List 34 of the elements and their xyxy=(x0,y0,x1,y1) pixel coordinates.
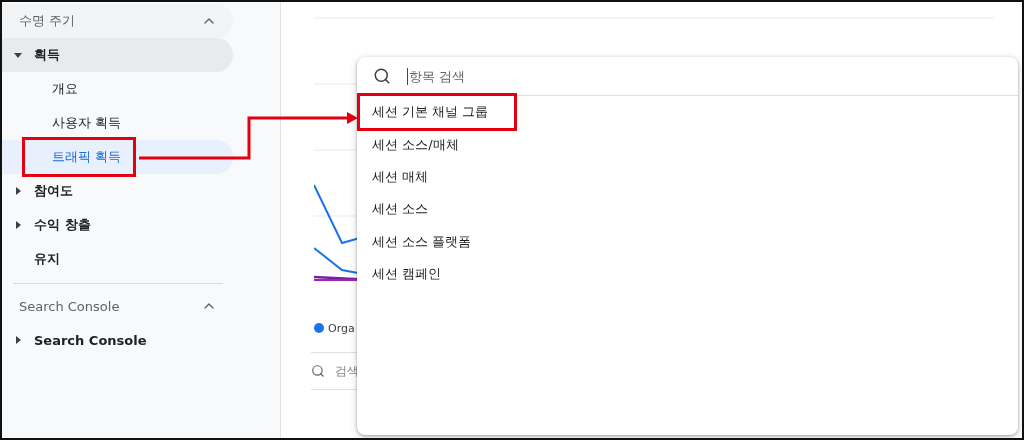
search-field[interactable]: 검색 xyxy=(333,363,367,379)
section-header[interactable]: 수명 주기 xyxy=(2,4,233,38)
nav-item[interactable]: 개요 xyxy=(2,72,233,106)
search-icon xyxy=(311,364,325,378)
nav-item[interactable]: 유지 xyxy=(2,242,233,276)
nav-item[interactable]: Search Console xyxy=(2,323,233,357)
menu-option[interactable]: 세션 기본 채널 그룹 xyxy=(357,93,518,132)
menu-option[interactable]: 세션 소스 xyxy=(357,200,429,219)
caret-right-icon[interactable] xyxy=(15,336,21,344)
nav-label: Search Console xyxy=(34,332,147,348)
caret-right-icon[interactable] xyxy=(15,221,21,229)
legend-label: Orga xyxy=(328,321,355,335)
menu-option[interactable]: 세션 캠페인 xyxy=(357,265,442,284)
caret-right-icon[interactable] xyxy=(15,187,21,195)
nav-item[interactable]: 사용자 획득 xyxy=(2,106,233,140)
section-title: Search Console xyxy=(19,298,120,314)
search-icon xyxy=(373,67,391,85)
nav-label: 수익 창출 xyxy=(34,216,91,234)
nav-label: 참여도 xyxy=(34,182,73,200)
nav-item[interactable]: 획득 xyxy=(2,38,233,72)
nav-item[interactable]: 수익 창출 xyxy=(2,208,233,242)
nav-label: 트래픽 획득 xyxy=(22,137,137,177)
nav-label: 유지 xyxy=(34,250,60,268)
section-header[interactable]: Search Console xyxy=(2,289,233,323)
nav-label: 사용자 획득 xyxy=(52,114,122,132)
nav-label: 획득 xyxy=(34,46,60,64)
section-title: 수명 주기 xyxy=(19,12,76,30)
menu-option[interactable]: 세션 매체 xyxy=(357,167,429,186)
caret-down-icon[interactable] xyxy=(14,52,22,58)
nav-label: 개요 xyxy=(52,80,78,98)
nav-item[interactable]: 참여도 xyxy=(2,174,233,208)
nav-item[interactable]: 트래픽 획득 xyxy=(2,140,233,174)
menu-option[interactable]: 세션 소스/매체 xyxy=(357,135,459,154)
menu-option[interactable]: 세션 소스 플랫폼 xyxy=(357,232,472,251)
